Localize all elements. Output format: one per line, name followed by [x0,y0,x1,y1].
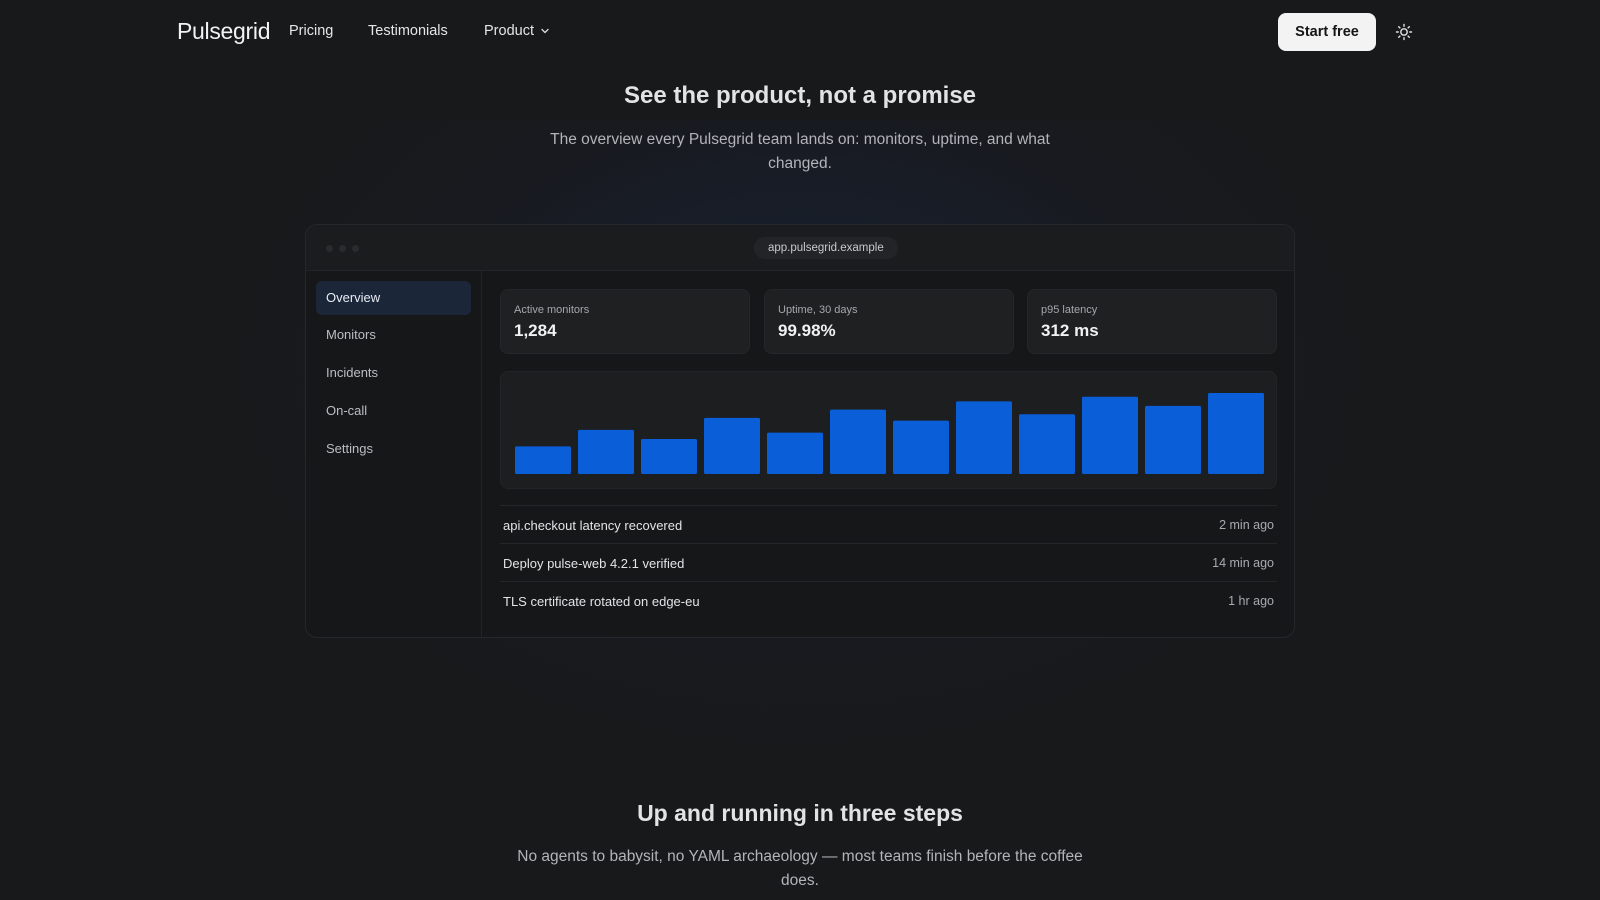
event-text: Deploy pulse-web 4.2.1 verified [503,556,685,571]
chart-bar [515,446,571,474]
chart-bar [893,420,949,474]
stat-value: 99.98% [778,321,836,340]
stat-value: 312 ms [1041,321,1099,340]
chart-bar [1208,393,1264,474]
chevron-down-icon [541,28,549,34]
top-nav: Pulsegrid Pricing Testimonials Product S… [0,0,1600,64]
chart-bar [1019,414,1075,474]
stat-label: Active monitors [514,304,590,316]
sun-icon[interactable] [1394,22,1414,42]
logo[interactable]: Pulsegrid [177,18,270,45]
chart-bar [956,401,1012,474]
chart-bar [767,432,823,474]
event-row[interactable]: Deploy pulse-web 4.2.1 verified 14 min a… [500,543,1277,581]
chart-bar [578,429,634,474]
stat-card-p95-latency: p95 latency 312 ms [1027,289,1277,354]
event-row[interactable]: TLS certificate rotated on edge-eu 1 hr … [500,581,1277,619]
bar-chart [500,371,1277,489]
chart-bar [1082,396,1138,474]
nav-product-dropdown[interactable]: Product [484,23,550,39]
hero-subtitle: The overview every Pulsegrid team lands … [550,131,1050,172]
nav-pricing[interactable]: Pricing [289,23,333,39]
stat-card-active-monitors: Active monitors 1,284 [500,289,750,354]
stat-label: Uptime, 30 days [778,304,858,316]
nav-testimonials[interactable]: Testimonials [368,23,448,39]
window-dot [326,245,333,252]
event-row[interactable]: api.checkout latency recovered 2 min ago [500,505,1277,543]
hero-title: See the product, not a promise [623,82,977,109]
sidebar-item-overview[interactable]: Overview [316,281,471,315]
steps-section-subtitle: No agents to babysit, no YAML archaeolog… [517,848,1083,889]
stat-card-uptime: Uptime, 30 days 99.98% [764,289,1014,354]
browser-chrome: app.pulsegrid.example [306,225,1294,271]
event-text: api.checkout latency recovered [503,518,683,533]
chart-bar [641,439,697,474]
start-free-button[interactable]: Start free [1278,13,1376,51]
chart-bar [704,417,760,474]
event-list: api.checkout latency recovered 2 min ago… [500,505,1277,619]
event-time: 2 min ago [1219,518,1274,532]
dashboard-preview: app.pulsegrid.example Overview Monitors … [305,224,1295,638]
event-text: TLS certificate rotated on edge-eu [503,594,700,609]
nav-product-label: Product [484,23,534,39]
chart-bar [1145,405,1201,474]
sidebar-item-settings[interactable]: Settings [316,432,471,466]
bar-chart-svg [515,393,1264,474]
stat-label: p95 latency [1041,304,1098,316]
sidebar-item-incidents[interactable]: Incidents [316,356,471,390]
event-time: 14 min ago [1212,556,1274,570]
sidebar-item-monitors[interactable]: Monitors [316,318,471,352]
app-sidebar: Overview Monitors Incidents On-call Sett… [306,271,482,637]
stat-value: 1,284 [514,321,557,340]
window-dot [339,245,346,252]
window-dot [352,245,359,252]
window-dots [326,245,359,252]
event-time: 1 hr ago [1228,594,1274,608]
url-pill: app.pulsegrid.example [754,237,898,259]
sidebar-item-on-call[interactable]: On-call [316,394,471,428]
steps-section-title: Up and running in three steps [637,800,963,826]
chart-bar [830,409,886,474]
